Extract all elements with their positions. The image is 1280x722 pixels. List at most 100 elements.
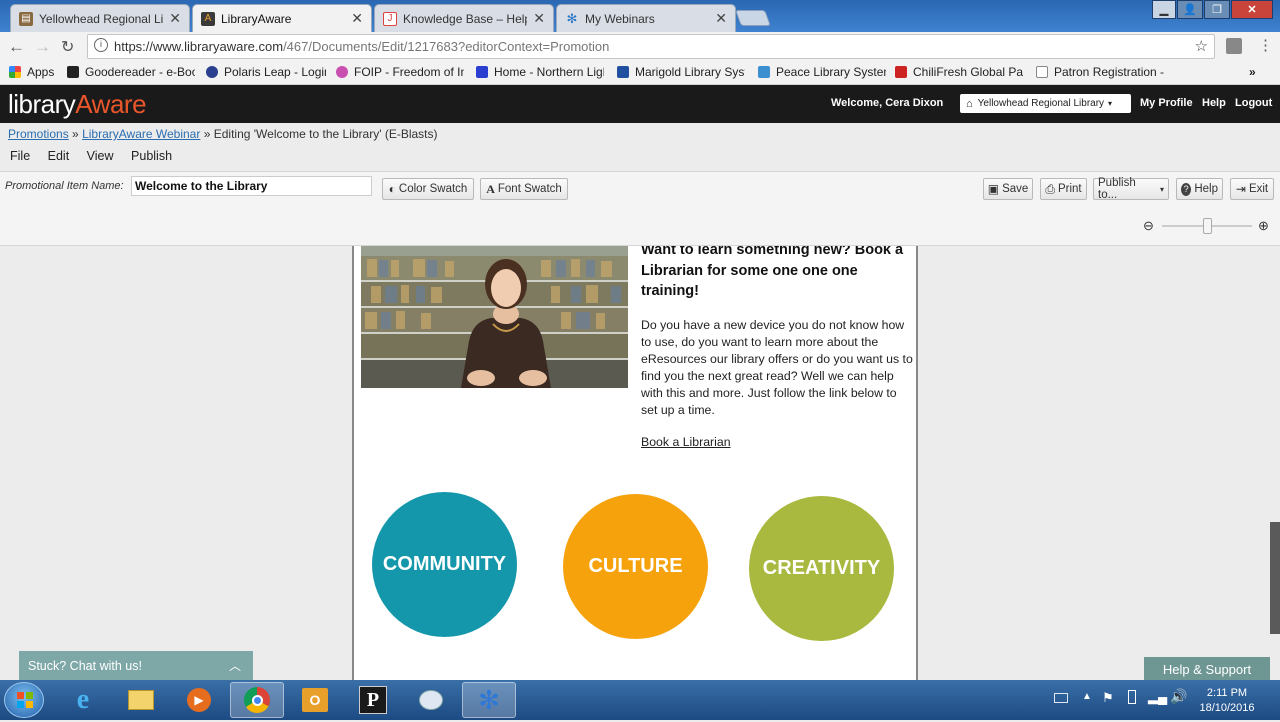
maximize-button[interactable]: ❐ [1204,0,1230,19]
close-icon[interactable]: ✕ [169,10,181,27]
bookmark-northern-lights[interactable]: Home - Northern Ligh [476,65,604,79]
taskbar-explorer[interactable] [114,682,168,718]
bookmark-apps[interactable]: Apps [9,65,59,79]
printer-icon: ⎙ [1045,181,1055,196]
taskbar-outlook[interactable]: O [288,682,342,718]
bookmark-label: Marigold Library Syste [635,65,745,79]
document-page[interactable]: Want to learn something new? Book a Libr… [352,246,918,680]
taskbar-clock[interactable]: 2:11 PM 18/10/2016 [1197,686,1257,716]
help-link[interactable]: Help [1202,97,1226,109]
url-field[interactable]: i https://www.libraryaware.com/467/Docum… [87,34,1215,59]
bookmarks-bar: Apps Goodereader - e-Boo Polaris Leap - … [0,61,1280,85]
zoom-out-icon[interactable]: ⊖ [1143,218,1154,234]
tab-title: My Webinars [585,11,655,26]
tab-libraryaware[interactable]: A LibraryAware ✕ [192,4,372,32]
circle-label: CREATIVITY [762,557,881,579]
forward-icon[interactable]: → [34,37,51,57]
my-profile-link[interactable]: My Profile [1140,97,1193,109]
marigold-icon [617,66,629,78]
bookmark-chilifresh[interactable]: ChiliFresh Global Patr [895,65,1023,79]
color-swatch-button[interactable]: ◐ Color Swatch [382,178,474,200]
taskbar-chrome[interactable] [230,682,284,718]
menu-edit[interactable]: Edit [48,149,70,163]
taskbar-ie[interactable]: e [56,682,110,718]
editor-menu: File Edit View Publish [10,149,186,163]
bookmark-label: Polaris Leap - Login [224,65,326,79]
window-close-button[interactable]: ✕ [1231,0,1273,19]
new-tab-button[interactable] [735,10,771,26]
taskbar-media-player[interactable]: ▶ [172,682,226,718]
chevron-up-icon[interactable]: ︿ [229,657,241,674]
taskbar-paint[interactable] [404,682,458,718]
scrollbar-thumb[interactable] [1270,522,1280,634]
font-swatch-button[interactable]: A Font Swatch [480,178,568,200]
menu-publish[interactable]: Publish [131,149,172,163]
bookmark-label: FOIP - Freedom of Inf [354,65,464,79]
item-name-input[interactable]: Welcome to the Library [131,176,372,196]
library-select[interactable]: ⌂ Yellowhead Regional Library ▾ [960,94,1131,113]
zoom-slider-thumb[interactable] [1203,218,1212,234]
taskbar-webinar[interactable]: ✻ [462,682,516,718]
creativity-circle[interactable]: CREATIVITY [749,496,894,641]
taskbar-polaris[interactable]: P [346,682,400,718]
print-button[interactable]: ⎙ Print [1040,178,1087,200]
bookmark-patron-registration[interactable]: Patron Registration - [1036,65,1164,79]
bookmark-marigold[interactable]: Marigold Library Syste [617,65,745,79]
northern-lights-icon [476,66,488,78]
home-icon: ⌂ [966,97,973,110]
librarian-photo[interactable] [361,246,628,388]
network-signal-icon[interactable]: ▂▄ [1148,689,1167,705]
close-icon[interactable]: ✕ [533,10,545,27]
bookmark-goodereader[interactable]: Goodereader - e-Boo [67,65,195,79]
close-icon[interactable]: ✕ [715,10,727,27]
libraryaware-logo[interactable]: libraryAware [8,89,147,120]
close-icon[interactable]: ✕ [351,10,363,27]
promo-body-text[interactable]: Do you have a new device you do not know… [641,317,916,419]
book-a-librarian-link[interactable]: Book a Librarian [641,435,731,449]
start-button[interactable] [4,682,44,718]
culture-circle[interactable]: CULTURE [563,494,708,639]
promo-headline[interactable]: Want to learn something new? Book a Libr… [641,246,916,302]
community-circle[interactable]: COMMUNITY [372,492,517,637]
zoom-in-icon[interactable]: ⊕ [1258,218,1269,234]
back-icon[interactable]: ← [8,37,25,57]
keyboard-icon[interactable] [1054,693,1068,703]
library-select-value: Yellowhead Regional Library [977,98,1105,109]
tab-knowledge-base[interactable]: J Knowledge Base – Help ✕ [374,4,554,32]
question-icon: ? [1181,182,1192,196]
chat-widget[interactable]: Stuck? Chat with us! ︿ [19,651,253,680]
exit-button[interactable]: ⇥ Exit [1230,178,1274,200]
chevron-down-icon: ▾ [1159,184,1164,194]
battery-icon[interactable] [1128,690,1136,704]
menu-view[interactable]: View [87,149,114,163]
bookmark-polaris[interactable]: Polaris Leap - Login [206,65,326,79]
clock-date: 18/10/2016 [1199,702,1255,714]
browser-tab-strip: ▤ Yellowhead Regional Lib ✕ A LibraryAwa… [0,0,1280,32]
publish-to-button[interactable]: Publish to... ▾ [1093,177,1169,201]
clock-time: 2:11 PM [1206,687,1248,699]
info-icon[interactable]: i [94,38,108,52]
bookmark-star-icon[interactable]: ☆ [1195,37,1208,55]
minimize-button[interactable]: ▁ [1152,0,1176,19]
item-name-label: Promotional Item Name: [5,180,124,192]
tab-my-webinars[interactable]: ✻ My Webinars ✕ [556,4,736,32]
user-button[interactable]: 👤 [1177,0,1203,19]
save-button[interactable]: ▣ Save [983,178,1033,200]
extension-icon[interactable] [1226,38,1242,54]
action-center-flag-icon[interactable]: ⚑ [1102,690,1114,706]
menu-file[interactable]: File [10,149,30,163]
bookmarks-more[interactable]: » [1249,65,1263,79]
reload-icon[interactable]: ↻ [61,37,74,57]
volume-icon[interactable]: 🔊 [1170,688,1187,705]
bookmark-foip[interactable]: FOIP - Freedom of Inf [336,65,464,79]
logout-link[interactable]: Logout [1235,97,1272,109]
help-support-button[interactable]: Help & Support [1144,657,1270,681]
bookmark-peace-library[interactable]: Peace Library System [758,65,886,79]
button-label: Help [1194,183,1218,195]
menu-dots-icon[interactable]: ⋮ [1258,36,1273,54]
tab-yellowhead[interactable]: ▤ Yellowhead Regional Lib ✕ [10,4,190,32]
breadcrumb-webinar[interactable]: LibraryAware Webinar [82,127,200,141]
tray-expand-icon[interactable]: ▲ [1082,691,1092,702]
help-button[interactable]: ? Help [1176,178,1223,200]
breadcrumb-promotions[interactable]: Promotions [8,127,69,141]
